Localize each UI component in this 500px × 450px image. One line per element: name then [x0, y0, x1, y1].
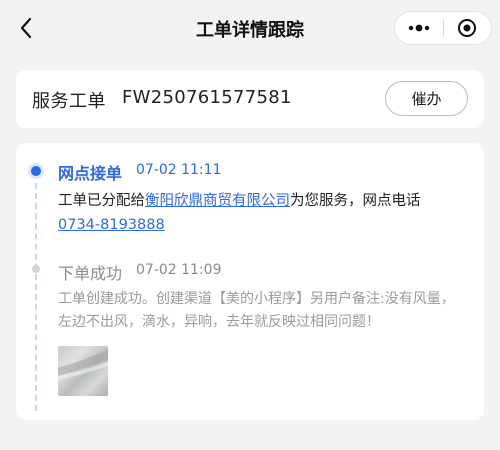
- timeline-dot-active: [31, 166, 41, 176]
- mini-program-capsule: [394, 11, 492, 45]
- urge-button[interactable]: 催办: [385, 81, 468, 116]
- more-button[interactable]: [395, 11, 443, 45]
- timeline-card: 网点接单 07-02 11:11 工单已分配给衡阳欣鼎商贸有限公司为您服务，网点…: [16, 143, 484, 420]
- event-desc-middle: 为您服务，网点电话: [290, 193, 421, 209]
- event-desc-prefix: 工单已分配给: [58, 193, 145, 209]
- nav-bar: 工单详情跟踪: [0, 0, 500, 56]
- event-description: 工单已分配给衡阳欣鼎商贸有限公司为您服务，网点电话 0734-8193888: [58, 189, 470, 237]
- event-time: 07-02 11:11: [136, 162, 222, 178]
- event-description: 工单创建成功。创建渠道【美的小程序】另用户备注:没有风量，左边不出风，滴水，异响…: [58, 291, 455, 330]
- more-dots-icon: [408, 24, 429, 32]
- timeline-line: [35, 173, 37, 411]
- event-time: 07-02 11:09: [136, 262, 222, 278]
- branch-name-link[interactable]: 衡阳欣鼎商贸有限公司: [145, 193, 290, 209]
- close-button[interactable]: [443, 11, 491, 45]
- order-card: 服务工单 FW250761577581 催办: [16, 70, 484, 128]
- event-title: 下单成功: [58, 264, 123, 283]
- order-label: 服务工单: [32, 91, 106, 112]
- event-title: 网点接单: [58, 164, 123, 183]
- attachment-thumbnail[interactable]: [58, 346, 108, 396]
- target-close-icon: [458, 19, 477, 37]
- timeline-dot: [32, 265, 40, 273]
- order-number: FW250761577581: [122, 87, 292, 108]
- phone-link[interactable]: 0734-8193888: [58, 217, 165, 233]
- photo-icon: [58, 350, 108, 380]
